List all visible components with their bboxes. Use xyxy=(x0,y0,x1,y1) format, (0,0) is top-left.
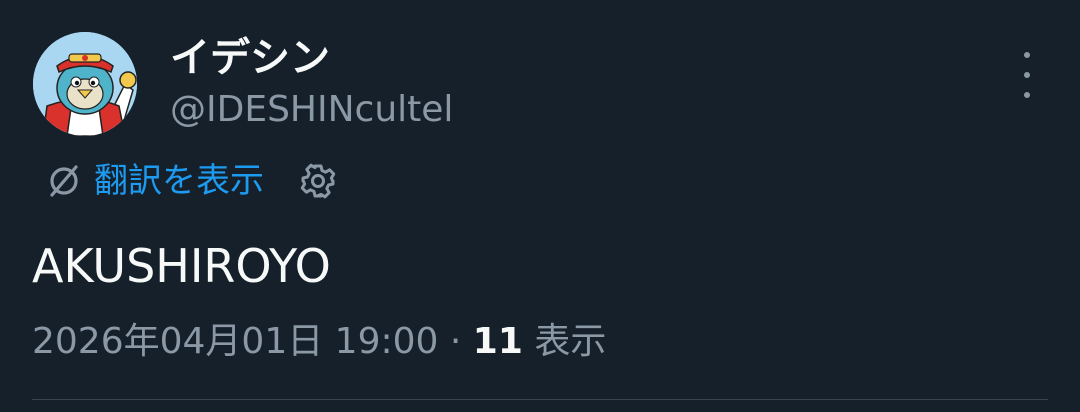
divider xyxy=(32,399,1048,400)
more-vertical-icon-dot xyxy=(1024,72,1030,78)
author-display-name[interactable]: イデシン xyxy=(170,33,330,83)
post-meta: 2026年04月01日 19:00 · 11 表示 xyxy=(32,318,606,366)
views-label: 表示 xyxy=(534,321,607,362)
penguin-mascot-avatar-icon xyxy=(33,32,137,136)
translate-icon xyxy=(50,165,78,197)
post-timestamp[interactable]: 2026年04月01日 19:00 xyxy=(32,321,438,362)
gear-icon[interactable] xyxy=(298,161,338,201)
more-options-button[interactable] xyxy=(1010,52,1044,98)
more-vertical-icon-dot xyxy=(1024,92,1030,98)
avatar[interactable] xyxy=(33,32,137,136)
post-detail: イデシン @IDESHINcultel 翻訳を表示 AKUSHIROYO 202… xyxy=(0,0,1080,412)
translate-bar: 翻訳を表示 xyxy=(44,156,338,206)
post-text: AKUSHIROYO xyxy=(32,239,331,293)
views-count[interactable]: 11 xyxy=(473,321,523,362)
meta-separator: · xyxy=(449,321,462,362)
show-translation-link[interactable]: 翻訳を表示 xyxy=(94,156,264,206)
more-vertical-icon xyxy=(1024,52,1030,58)
author-handle[interactable]: @IDESHINcultel xyxy=(170,88,453,132)
